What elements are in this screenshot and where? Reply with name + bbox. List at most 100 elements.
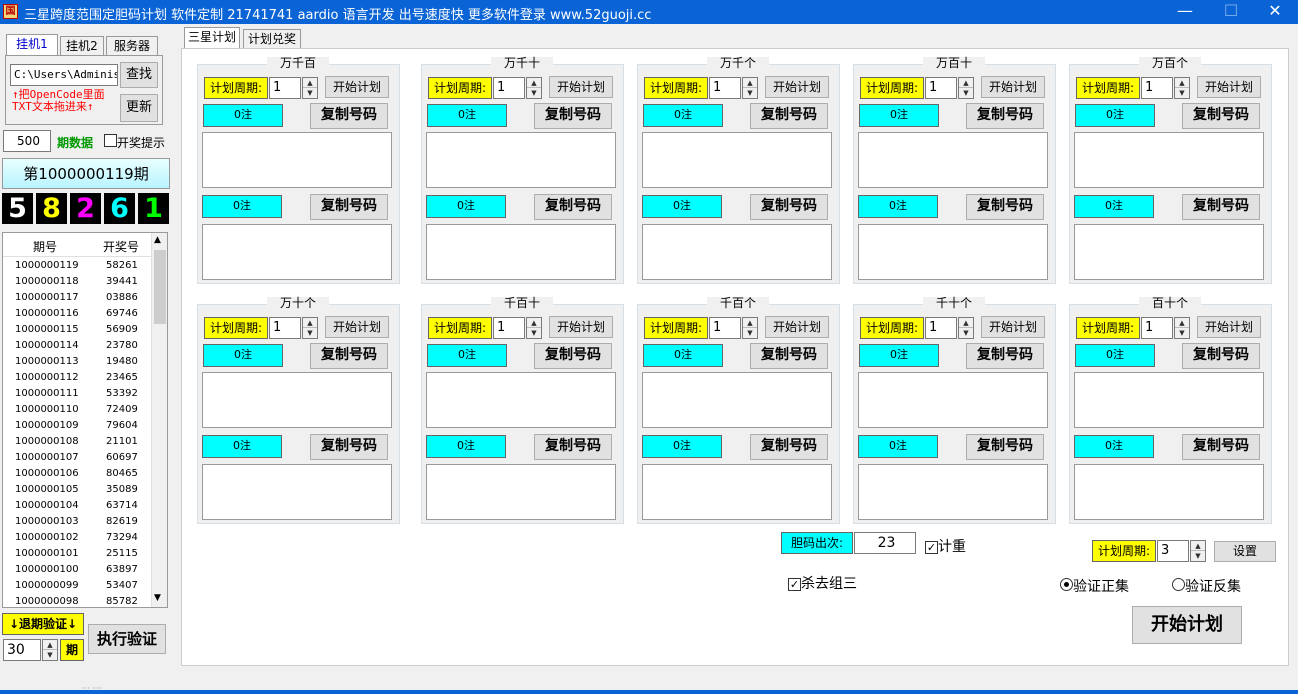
- plan-period-spinner[interactable]: ▲ ▼: [958, 77, 974, 99]
- close-icon[interactable]: ✕: [1252, 0, 1298, 24]
- table-row[interactable]: 1000000115 56909: [3, 322, 151, 338]
- table-row[interactable]: 1000000119 58261: [3, 258, 151, 274]
- minimize-icon[interactable]: —: [1162, 0, 1208, 24]
- table-row[interactable]: 1000000101 25115: [3, 546, 151, 562]
- scroll-thumb[interactable]: [154, 250, 166, 324]
- plan-period-spinner[interactable]: ▲ ▼: [302, 77, 318, 99]
- spin-down-icon[interactable]: ▼: [743, 88, 757, 98]
- tab-hangup2[interactable]: 挂机2: [60, 36, 104, 56]
- numbers-textarea[interactable]: [642, 464, 832, 520]
- numbers-textarea[interactable]: [202, 372, 392, 428]
- bottom-plan-period-input[interactable]: 3: [1157, 540, 1189, 562]
- path-input[interactable]: C:\Users\Administ: [10, 64, 118, 86]
- spin-down-icon[interactable]: ▼: [1191, 551, 1205, 561]
- numbers-textarea[interactable]: [426, 132, 616, 188]
- table-row[interactable]: 1000000108 21101: [3, 434, 151, 450]
- table-row[interactable]: 1000000106 80465: [3, 466, 151, 482]
- history-list[interactable]: 期号 开奖号 1000000119 58261 1000000118 39441 100…: [2, 232, 168, 608]
- copy-numbers-button[interactable]: 复制号码: [966, 103, 1044, 129]
- table-row[interactable]: 1000000098 85782: [3, 594, 151, 607]
- spin-down-icon[interactable]: ▼: [43, 650, 57, 660]
- spin-down-icon[interactable]: ▼: [527, 88, 541, 98]
- spin-down-icon[interactable]: ▼: [743, 328, 757, 338]
- spin-up-icon[interactable]: ▲: [303, 78, 317, 88]
- copy-numbers-button[interactable]: 复制号码: [966, 194, 1044, 220]
- numbers-textarea[interactable]: [1074, 132, 1264, 188]
- numbers-textarea[interactable]: [202, 464, 392, 520]
- numbers-textarea[interactable]: [202, 224, 392, 280]
- plan-period-spinner[interactable]: ▲ ▼: [526, 317, 542, 339]
- numbers-textarea[interactable]: [858, 464, 1048, 520]
- plan-period-spinner[interactable]: ▲ ▼: [742, 77, 758, 99]
- tab-hangup1[interactable]: 挂机1: [6, 34, 58, 56]
- numbers-textarea[interactable]: [1074, 464, 1264, 520]
- maximize-icon[interactable]: ☐: [1208, 0, 1254, 24]
- tab-plan-redeem[interactable]: 计划兑奖: [243, 29, 301, 49]
- copy-numbers-button[interactable]: 复制号码: [534, 194, 612, 220]
- copy-numbers-button[interactable]: 复制号码: [750, 343, 828, 369]
- table-row[interactable]: 1000000113 19480: [3, 354, 151, 370]
- start-plan-button[interactable]: 开始计划: [765, 316, 829, 338]
- plan-period-input[interactable]: 1: [925, 317, 957, 339]
- plan-period-spinner[interactable]: ▲ ▼: [958, 317, 974, 339]
- dan-count-input[interactable]: 23: [854, 532, 916, 554]
- copy-numbers-button[interactable]: 复制号码: [310, 434, 388, 460]
- table-row[interactable]: 1000000117 03886: [3, 290, 151, 306]
- table-row[interactable]: 1000000099 53407: [3, 578, 151, 594]
- start-plan-button[interactable]: 开始计划: [549, 76, 613, 98]
- table-row[interactable]: 1000000105 35089: [3, 482, 151, 498]
- copy-numbers-button[interactable]: 复制号码: [966, 343, 1044, 369]
- copy-numbers-button[interactable]: 复制号码: [750, 434, 828, 460]
- numbers-textarea[interactable]: [1074, 224, 1264, 280]
- spin-down-icon[interactable]: ▼: [1175, 328, 1189, 338]
- bottom-period-spinner[interactable]: ▲ ▼: [1190, 540, 1206, 562]
- plan-period-input[interactable]: 1: [269, 77, 301, 99]
- plan-period-input[interactable]: 1: [269, 317, 301, 339]
- plan-period-input[interactable]: 1: [709, 317, 741, 339]
- plan-period-input[interactable]: 1: [709, 77, 741, 99]
- tab-three-star-plan[interactable]: 三星计划: [184, 27, 240, 49]
- spin-up-icon[interactable]: ▲: [1175, 78, 1189, 88]
- verify-negative-radio[interactable]: 验证反集: [1172, 576, 1241, 596]
- copy-numbers-button[interactable]: 复制号码: [750, 103, 828, 129]
- plan-period-spinner[interactable]: ▲ ▼: [1174, 77, 1190, 99]
- numbers-textarea[interactable]: [426, 464, 616, 520]
- copy-numbers-button[interactable]: 复制号码: [534, 103, 612, 129]
- copy-numbers-button[interactable]: 复制号码: [1182, 103, 1260, 129]
- copy-numbers-button[interactable]: 复制号码: [1182, 194, 1260, 220]
- table-row[interactable]: 1000000111 53392: [3, 386, 151, 402]
- table-row[interactable]: 1000000107 60697: [3, 450, 151, 466]
- table-row[interactable]: 1000000110 72409: [3, 402, 151, 418]
- plan-period-spinner[interactable]: ▲ ▼: [302, 317, 318, 339]
- spin-up-icon[interactable]: ▲: [743, 78, 757, 88]
- table-row[interactable]: 1000000109 79604: [3, 418, 151, 434]
- numbers-textarea[interactable]: [202, 132, 392, 188]
- spin-down-icon[interactable]: ▼: [1175, 88, 1189, 98]
- copy-numbers-button[interactable]: 复制号码: [310, 194, 388, 220]
- update-button[interactable]: 更新: [120, 94, 158, 122]
- table-row[interactable]: 1000000118 39441: [3, 274, 151, 290]
- numbers-textarea[interactable]: [642, 224, 832, 280]
- plan-period-spinner[interactable]: ▲ ▼: [742, 317, 758, 339]
- settings-button[interactable]: 设置: [1214, 541, 1276, 562]
- numbers-textarea[interactable]: [426, 224, 616, 280]
- plan-period-input[interactable]: 1: [493, 317, 525, 339]
- spin-up-icon[interactable]: ▲: [303, 318, 317, 328]
- plan-period-input[interactable]: 1: [1141, 317, 1173, 339]
- copy-numbers-button[interactable]: 复制号码: [1182, 343, 1260, 369]
- spin-up-icon[interactable]: ▲: [527, 318, 541, 328]
- copy-numbers-button[interactable]: 复制号码: [966, 434, 1044, 460]
- numbers-textarea[interactable]: [858, 372, 1048, 428]
- copy-numbers-button[interactable]: 复制号码: [1182, 434, 1260, 460]
- spin-down-icon[interactable]: ▼: [303, 328, 317, 338]
- spin-down-icon[interactable]: ▼: [959, 328, 973, 338]
- kill-group3-checkbox[interactable]: ✓ 杀去组三: [788, 573, 857, 593]
- plan-period-input[interactable]: 1: [1141, 77, 1173, 99]
- period-count-input[interactable]: 500: [3, 130, 51, 152]
- plan-period-input[interactable]: 1: [925, 77, 957, 99]
- numbers-textarea[interactable]: [858, 224, 1048, 280]
- plan-period-spinner[interactable]: ▲ ▼: [1174, 317, 1190, 339]
- table-row[interactable]: 1000000102 73294: [3, 530, 151, 546]
- backtest-spinner[interactable]: ▲ ▼: [42, 639, 58, 661]
- open-notice-checkbox[interactable]: 开奖提示: [104, 134, 165, 151]
